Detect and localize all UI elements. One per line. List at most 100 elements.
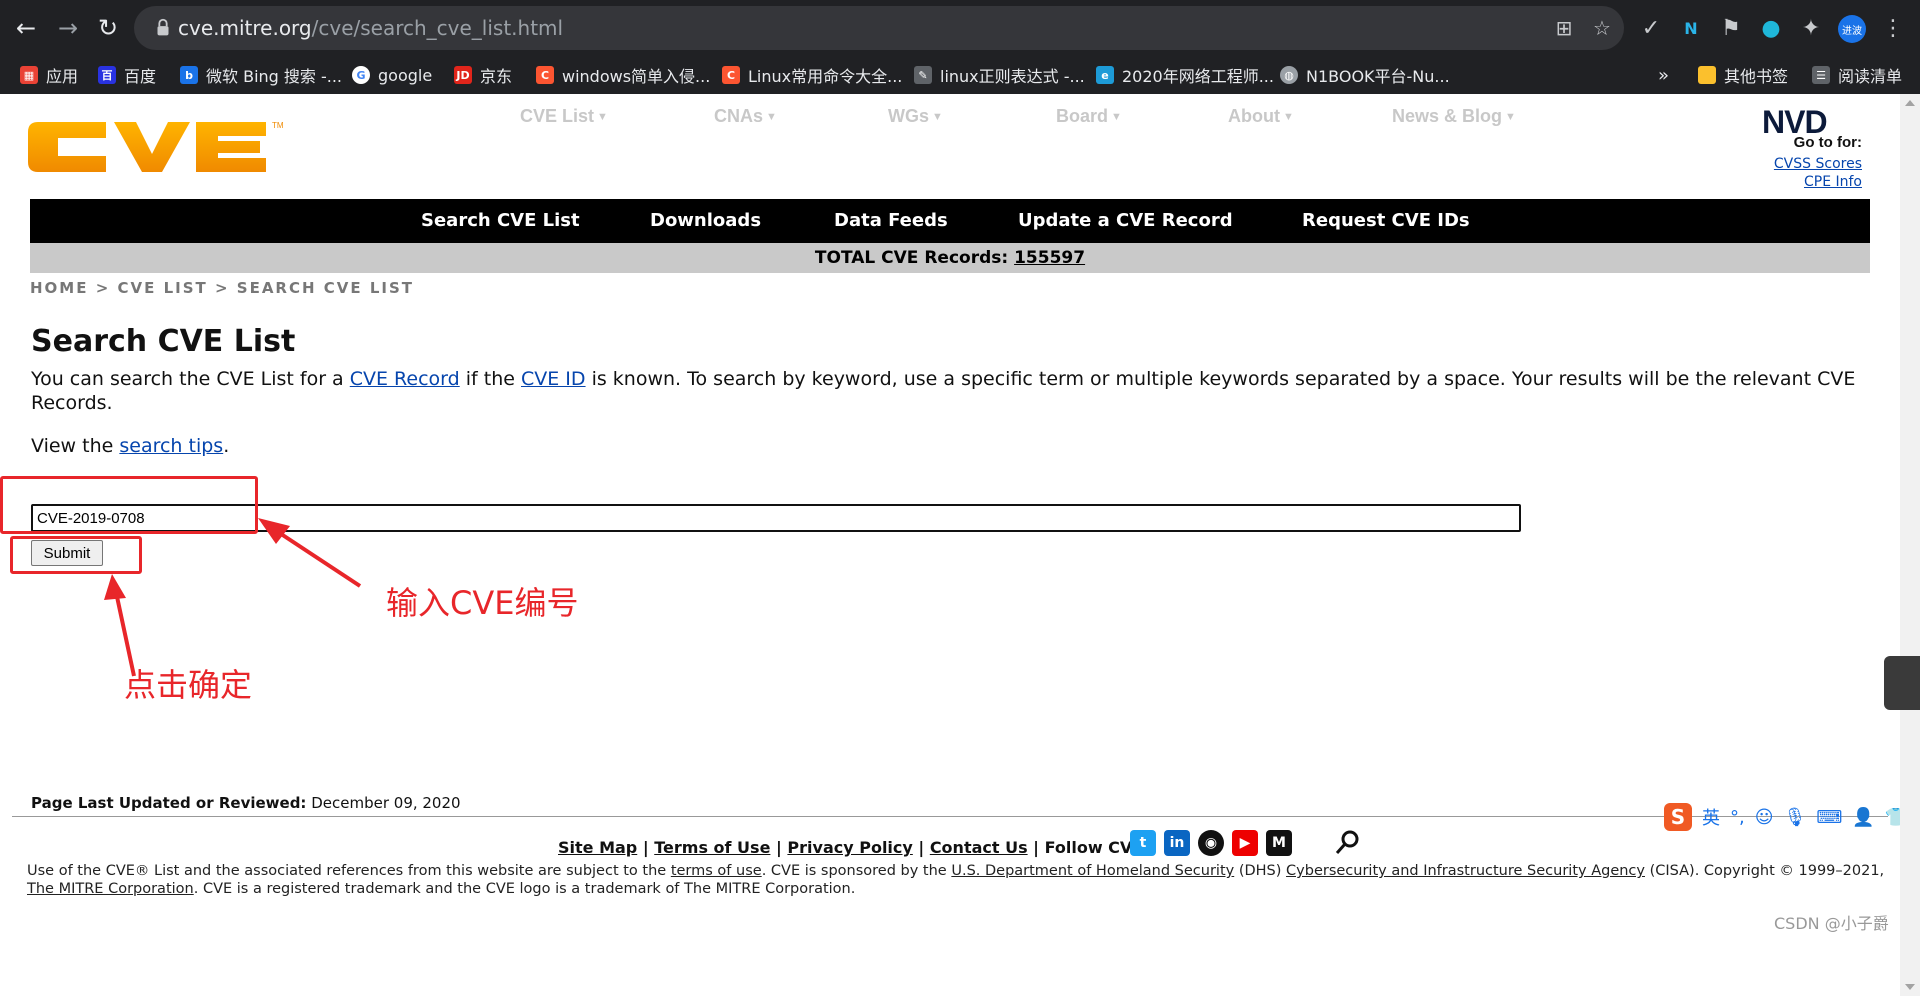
twitter-icon[interactable]: t [1130,830,1156,856]
caret-down-icon: ▼ [1282,111,1294,124]
browser-toolbar: ← → ↻ cve.mitre.org/cve/search_cve_list.… [0,0,1920,56]
microphone-icon[interactable]: 🎙 [1784,807,1807,828]
mitre-link[interactable]: The MITRE Corporation [27,881,194,897]
bookmark-jd[interactable]: JD 京东 [454,62,512,88]
cisa-link[interactable]: Cybersecurity and Infrastructure Securit… [1286,863,1645,879]
forward-arrow-icon[interactable]: → [48,8,88,48]
nvd-goto-label: Go to for: [1793,134,1862,151]
back-arrow-icon[interactable]: ← [6,8,46,48]
linkedin-icon[interactable]: in [1164,830,1190,856]
bookmark-site-icon: ✎ [914,66,932,84]
terms-of-use-inline-link[interactable]: terms of use [671,863,762,879]
nav-board[interactable]: Board ▼ [1056,106,1122,127]
csdn-icon: C [722,66,740,84]
total-records-count[interactable]: 155597 [1014,248,1085,268]
footer-links: Site Map | Terms of Use | Privacy Policy… [558,838,1144,857]
arrow-head-icon [104,574,126,600]
follow-cve-label: Follow CVE [1044,838,1144,857]
search-magnifier-icon[interactable] [1334,828,1362,856]
nav-news-blog[interactable]: News & Blog ▼ [1392,106,1516,127]
baidu-icon: 百 [98,66,116,84]
scroll-down-arrow-icon[interactable] [1905,984,1915,990]
reading-list-icon: ☰ [1812,66,1830,84]
nav-update-cve-record[interactable]: Update a CVE Record [1018,210,1233,231]
bookmark-apps[interactable]: ▦ 应用 [20,62,78,88]
bookmark-linux-commands[interactable]: C Linux常用命令大全... [722,62,902,88]
terms-of-use-link[interactable]: Terms of Use [654,838,770,857]
user-icon[interactable]: 👤 [1852,807,1874,828]
bookmark-google[interactable]: Ggoogle [352,62,432,88]
footer-divider [12,816,1888,817]
bookmark-windows-intrusion[interactable]: Cwindows简单入侵... [536,62,710,88]
punctuation-icon[interactable]: °, [1730,807,1745,828]
folder-icon [1698,66,1716,84]
url-text: cve.mitre.org/cve/search_cve_list.html [178,16,564,40]
arrow-to-input [270,526,362,588]
contact-us-link[interactable]: Contact Us [930,838,1028,857]
reading-list[interactable]: ☰ 阅读清单 [1812,62,1902,88]
bing-icon: b [180,66,198,84]
ime-language-toggle[interactable]: 英 [1702,804,1720,830]
cpe-info-link[interactable]: CPE Info [1804,174,1862,190]
csdn-icon: C [536,66,554,84]
site-map-link[interactable]: Site Map [558,838,637,857]
last-updated: Page Last Updated or Reviewed: December … [31,794,461,812]
dhs-link[interactable]: U.S. Department of Homeland Security [951,863,1234,879]
annotation-input-hint: 输入CVE编号 [386,584,579,622]
menu-kebab-icon[interactable]: ⋮ [1880,16,1906,42]
n-extension-icon[interactable]: N [1678,16,1704,42]
keyboard-icon[interactable]: ⌨ [1816,807,1842,828]
bookmark-linux-regex[interactable]: ✎ linux正则表达式 -... [914,62,1085,88]
emoji-icon[interactable]: ☺ [1755,807,1774,828]
bookmark-n1book[interactable]: ◍ N1BOOK平台-Nu... [1280,62,1450,88]
medium-icon[interactable]: M [1266,830,1292,856]
google-icon: G [352,66,370,84]
bookmarks-overflow-chevron-icon[interactable]: » [1658,62,1669,88]
nav-wgs[interactable]: WGs ▼ [888,106,943,127]
nav-about[interactable]: About ▼ [1228,106,1294,127]
arrow-head-icon [258,518,290,544]
page-viewport: TM CVE List ▼ CNAs ▼ WGs ▼ Board ▼ About ▼ Ne… [0,94,1900,996]
csdn-watermark: CSDN @小子爵 [1774,914,1889,933]
ime-toolbar: S 英 °, ☺ 🎙 ⌨ 👤 👕 ▦ [1664,802,1900,832]
nav-data-feeds[interactable]: Data Feeds [834,210,948,231]
nav-request-cve-ids[interactable]: Request CVE IDs [1302,210,1470,231]
caret-down-icon: ▼ [932,111,943,124]
puzzle-extensions-icon[interactable]: ✦ [1798,16,1824,42]
lock-icon [157,18,169,36]
annotation-click-hint: 点击确定 [124,666,253,704]
privacy-policy-link[interactable]: Privacy Policy [787,838,912,857]
legal-notice: Use of the CVE® List and the associated … [27,863,1885,897]
address-bar[interactable]: cve.mitre.org/cve/search_cve_list.html ⊞… [134,6,1624,50]
total-records-label: TOTAL CVE Records: [814,248,1009,268]
bookmarks-bar: ▦ 应用 百百度 b 微软 Bing 搜索 -... Ggoogle JD 京东 Cw… [0,56,1920,94]
skin-icon[interactable]: 👕 [1885,807,1900,828]
github-icon[interactable]: ◉ [1198,830,1224,856]
nav-cnas[interactable]: CNAs ▼ [714,106,777,127]
circle-extension-icon[interactable]: ● [1758,16,1784,42]
bookmark-other-folder[interactable]: 其他书签 [1698,62,1788,88]
jd-icon: JD [454,66,472,84]
globe-icon: ◍ [1280,66,1298,84]
bookmark-bing[interactable]: b 微软 Bing 搜索 -... [180,62,342,88]
side-floating-widget[interactable] [1884,656,1920,710]
profile-avatar[interactable]: 进波 [1838,15,1866,43]
reload-icon[interactable]: ↻ [88,8,128,48]
checkmark-extension-icon[interactable]: ✓ [1638,16,1664,42]
bookmark-star-icon[interactable]: ☆ [1590,16,1614,40]
youtube-icon[interactable]: ▶ [1232,830,1258,856]
apps-grid-icon: ▦ [20,66,38,84]
ie-icon: e [1096,66,1114,84]
nav-downloads[interactable]: Downloads [650,210,761,231]
bookmark-extension-icon[interactable]: ⚑ [1718,16,1744,42]
caret-down-icon: ▼ [766,111,777,124]
caret-down-icon: ▼ [1111,111,1122,124]
scroll-up-arrow-icon[interactable] [1905,100,1915,106]
translate-icon[interactable]: ⊞ [1552,16,1576,40]
cvss-scores-link[interactable]: CVSS Scores [1774,156,1862,172]
bookmark-baidu[interactable]: 百百度 [98,62,156,88]
vertical-scrollbar[interactable] [1900,94,1920,996]
bookmark-network-engineer[interactable]: e 2020年网络工程师... [1096,62,1274,88]
caret-down-icon: ▼ [1505,111,1516,124]
sogou-ime-icon[interactable]: S [1664,803,1692,831]
